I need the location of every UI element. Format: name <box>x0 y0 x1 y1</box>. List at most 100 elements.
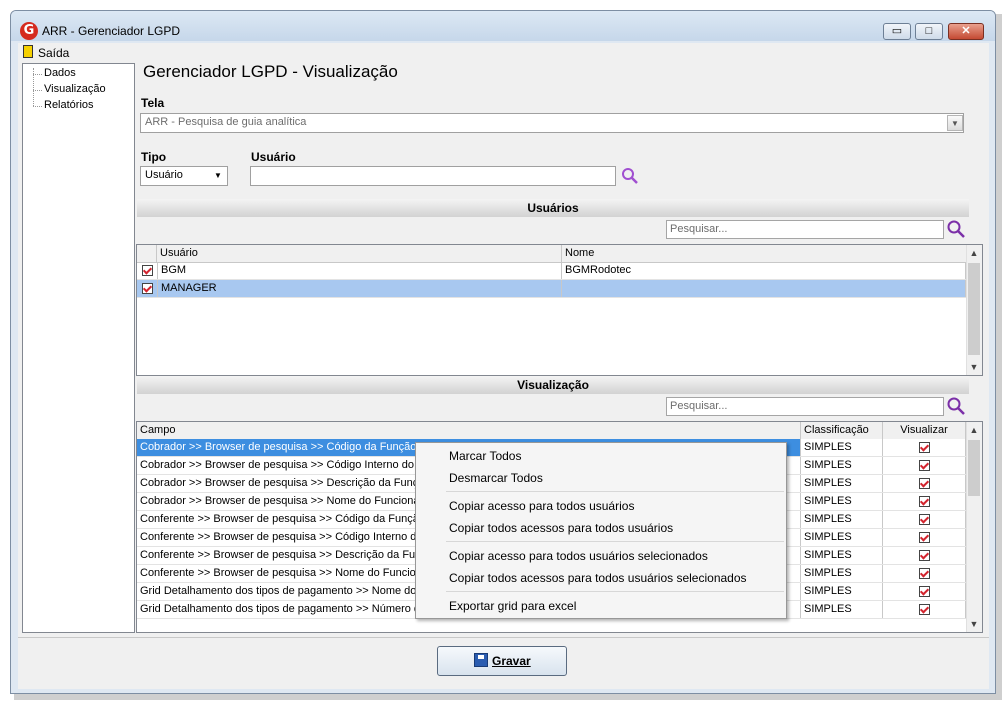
tree-item-relatorios[interactable]: Relatórios <box>44 99 94 111</box>
search-icon[interactable] <box>621 167 639 185</box>
visualizar-cell <box>883 475 966 492</box>
column-usuario[interactable]: Usuário <box>157 245 562 262</box>
save-button-label: Gravar <box>492 654 531 668</box>
tela-value: ARR - Pesquisa de guia analítica <box>145 116 307 128</box>
tree-connector <box>33 90 42 91</box>
usuarios-search-input[interactable]: Pesquisar... <box>666 220 944 239</box>
menu-separator <box>446 491 784 492</box>
visualizar-checkbox[interactable] <box>919 604 930 615</box>
table-row[interactable]: MANAGER <box>137 280 966 298</box>
classificacao-cell: SIMPLES <box>801 547 883 564</box>
usuarios-grid-header: Usuário Nome <box>137 245 982 263</box>
usuarios-grid: Usuário Nome BGM BGMRodotec MANAGER <box>136 244 983 376</box>
navigation-tree <box>22 63 135 633</box>
tree-item-visualizacao[interactable]: Visualização <box>44 83 106 95</box>
minimize-icon: ▭ <box>891 25 903 37</box>
tree-connector <box>33 74 42 75</box>
classificacao-cell: SIMPLES <box>801 529 883 546</box>
app-logo-icon: G <box>20 22 38 40</box>
visualizar-checkbox[interactable] <box>919 550 930 561</box>
visualizacao-section-header: Visualização <box>137 376 969 394</box>
classificacao-cell: SIMPLES <box>801 457 883 474</box>
usuario-cell: BGM <box>157 262 562 279</box>
column-campo[interactable]: Campo <box>137 422 801 439</box>
tela-label: Tela <box>141 96 165 110</box>
scroll-thumb[interactable] <box>968 440 980 496</box>
visualizar-cell <box>883 547 966 564</box>
menu-exit[interactable]: Saída <box>38 46 69 60</box>
menu-item-copiar-acesso-selecionados[interactable]: Copiar acesso para todos usuários seleci… <box>449 549 708 563</box>
menu-item-marcar-todos[interactable]: Marcar Todos <box>449 449 521 463</box>
scroll-thumb[interactable] <box>968 263 980 355</box>
nome-cell: BGMRodotec <box>562 262 966 279</box>
classificacao-cell: SIMPLES <box>801 601 883 618</box>
menu-item-copiar-acesso-todos[interactable]: Copiar acesso para todos usuários <box>449 499 634 513</box>
maximize-icon: □ <box>925 25 933 37</box>
header-check-cell <box>137 245 157 262</box>
classificacao-cell: SIMPLES <box>801 511 883 528</box>
classificacao-cell: SIMPLES <box>801 565 883 582</box>
visualizar-cell <box>883 529 966 546</box>
menu-item-exportar-excel[interactable]: Exportar grid para excel <box>449 599 576 613</box>
maximize-button[interactable]: □ <box>915 23 943 40</box>
tree-connector <box>33 106 42 107</box>
search-icon[interactable] <box>946 219 966 239</box>
visualizar-cell <box>883 565 966 582</box>
visualizar-checkbox[interactable] <box>919 568 930 579</box>
footer-divider <box>18 637 989 638</box>
tipo-value: Usuário <box>145 169 183 181</box>
visualizar-checkbox[interactable] <box>919 442 930 453</box>
table-row[interactable]: BGM BGMRodotec <box>137 262 966 280</box>
close-button[interactable]: ✕ <box>948 23 984 40</box>
column-classificacao[interactable]: Classificação <box>801 422 883 439</box>
column-nome[interactable]: Nome <box>562 245 967 262</box>
column-visualizar[interactable]: Visualizar <box>883 422 966 439</box>
classificacao-cell: SIMPLES <box>801 583 883 600</box>
menu-item-copiar-todos-acessos-selecionados[interactable]: Copiar todos acessos para todos usuários… <box>449 571 747 585</box>
menu-item-copiar-todos-acessos[interactable]: Copiar todos acessos para todos usuários <box>449 521 673 535</box>
chevron-down-icon[interactable]: ▼ <box>947 115 963 131</box>
scroll-up-icon[interactable]: ▲ <box>966 246 982 260</box>
visualizar-checkbox[interactable] <box>919 532 930 543</box>
menu-item-desmarcar-todos[interactable]: Desmarcar Todos <box>449 471 543 485</box>
row-checkbox[interactable] <box>142 283 153 294</box>
tree-item-dados[interactable]: Dados <box>44 67 76 79</box>
visualizar-cell <box>883 511 966 528</box>
window-title: ARR - Gerenciador LGPD <box>42 24 181 38</box>
classificacao-cell: SIMPLES <box>801 439 883 456</box>
scroll-up-icon[interactable]: ▲ <box>966 423 982 437</box>
scroll-down-icon[interactable]: ▼ <box>966 360 982 374</box>
visualizar-cell <box>883 601 966 618</box>
usuario-label: Usuário <box>251 150 296 164</box>
visualizar-cell <box>883 457 966 474</box>
search-icon[interactable] <box>946 396 966 416</box>
page-title: Gerenciador LGPD - Visualização <box>143 62 398 81</box>
tela-select[interactable]: ARR - Pesquisa de guia analítica <box>140 113 964 133</box>
classificacao-cell: SIMPLES <box>801 475 883 492</box>
visualizar-cell <box>883 439 966 456</box>
visualizacao-grid-header: Campo Classificação Visualizar <box>137 422 982 440</box>
tipo-label: Tipo <box>141 150 167 164</box>
classificacao-cell: SIMPLES <box>801 493 883 510</box>
scroll-down-icon[interactable]: ▼ <box>966 617 982 631</box>
visualizar-cell <box>883 583 966 600</box>
row-checkbox[interactable] <box>142 265 153 276</box>
menu-separator <box>446 591 784 592</box>
minimize-button[interactable]: ▭ <box>883 23 911 40</box>
visualizacao-search-input[interactable]: Pesquisar... <box>666 397 944 416</box>
visualizar-checkbox[interactable] <box>919 496 930 507</box>
usuario-input[interactable] <box>250 166 616 186</box>
visualizar-checkbox[interactable] <box>919 514 930 525</box>
exit-icon <box>23 45 33 58</box>
visualizar-checkbox[interactable] <box>919 460 930 471</box>
visualizar-checkbox[interactable] <box>919 586 930 597</box>
visualizar-cell <box>883 493 966 510</box>
chevron-down-icon[interactable]: ▼ <box>211 168 225 184</box>
usuarios-section-header: Usuários <box>137 199 969 217</box>
visualizar-checkbox[interactable] <box>919 478 930 489</box>
menu-separator <box>446 541 784 542</box>
usuario-cell: MANAGER <box>157 280 562 297</box>
close-icon: ✕ <box>961 25 971 37</box>
save-icon <box>474 653 488 667</box>
nome-cell <box>562 280 966 297</box>
